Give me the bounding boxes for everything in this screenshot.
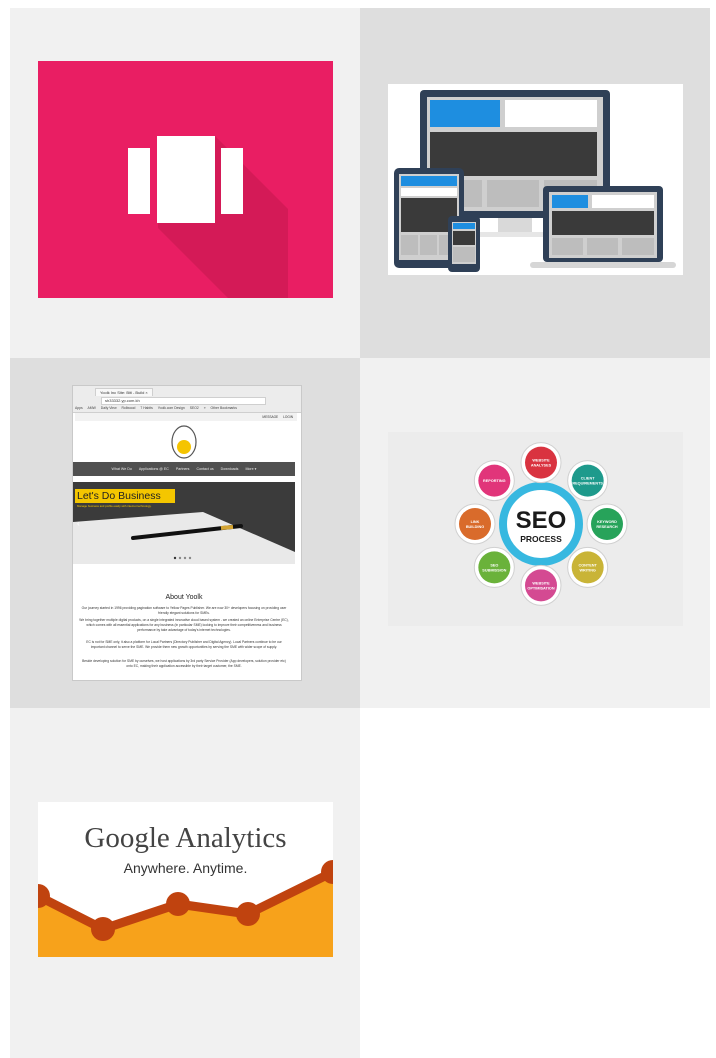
seo-process-image[interactable]: SEO PROCESS WEBSITE ANALYSES CLIENT REQUIRE… bbox=[388, 432, 683, 626]
seo-step-label: WEBSITE bbox=[532, 459, 550, 463]
seo-step-bubble: KEYWORDRESEARCH bbox=[586, 503, 628, 545]
website-screenshot-image[interactable]: Yoolk Inc Site: Biti - Build × sh33332.y… bbox=[73, 386, 301, 680]
seo-step-label: BUILDING bbox=[466, 525, 484, 529]
about-paragraph: Our journey started in 1996 providing pa… bbox=[81, 606, 287, 615]
seo-step-label: CONTENT bbox=[578, 563, 597, 567]
seo-center-subtitle: PROCESS bbox=[520, 534, 562, 544]
about-paragraph: We bring together multiple digital produ… bbox=[79, 618, 289, 632]
gallery-tile-website[interactable]: Yoolk Inc Site: Biti - Build × sh33332.y… bbox=[10, 358, 360, 708]
seo-step-label: REQUIREMENTS bbox=[572, 482, 603, 486]
carousel-center-card bbox=[157, 136, 215, 223]
hero-subtext: Manage business and profile easily with … bbox=[77, 504, 152, 508]
seo-step-label: SUBMISSION bbox=[482, 568, 506, 572]
egg-logo-icon bbox=[171, 425, 197, 459]
browser-url-bar: sh33332.yp.com.kh bbox=[101, 397, 266, 405]
google-analytics-image[interactable]: Google Analytics Anywhere. Anytime. bbox=[38, 802, 333, 957]
about-paragraph: EC is not for SME only, it also a platfo… bbox=[86, 640, 282, 649]
seo-step-bubble: WEBSITEOPTIMISATION bbox=[520, 564, 562, 606]
gallery-tile-seo[interactable]: SEO PROCESS WEBSITE ANALYSES CLIENT REQUIRE… bbox=[360, 358, 710, 708]
site-top-links: MESSAGE LOGIN bbox=[75, 413, 297, 421]
seo-step-label: WRITING bbox=[579, 568, 595, 572]
gallery-tile-analytics[interactable]: Google Analytics Anywhere. Anytime. bbox=[10, 708, 360, 1058]
gallery-tile-carousel[interactable] bbox=[10, 8, 360, 358]
seo-step-label: CLIENT bbox=[581, 477, 595, 481]
hero-heading: Let's Do Business bbox=[75, 489, 175, 503]
seo-step-label: ANALYSES bbox=[531, 464, 552, 468]
seo-step-bubble: CLIENTREQUIREMENTS bbox=[567, 460, 609, 502]
seo-step-label: REPORTING bbox=[483, 479, 506, 483]
site-nav: What We Do Applications @ EC Partners Co… bbox=[73, 462, 295, 476]
gallery-tile-responsive[interactable] bbox=[360, 8, 710, 358]
seo-step-bubble: SEOSUBMISSION bbox=[473, 546, 515, 588]
about-title: About Yoolk bbox=[165, 594, 203, 601]
seo-step-label: SEO bbox=[490, 563, 498, 567]
seo-step-label: KEYWORD bbox=[597, 520, 617, 524]
bookmarks-bar: Apps AMW Daily View Rollwood 7 Habits Yo… bbox=[75, 406, 237, 410]
analytics-trend-graphic bbox=[38, 860, 333, 957]
seo-step-label: OPTIMISATION bbox=[527, 586, 554, 590]
svg-text:‹: ‹ bbox=[77, 519, 80, 528]
seo-center-title: SEO bbox=[516, 507, 567, 534]
carousel-right-card bbox=[221, 148, 243, 214]
seo-step-bubble: LINKBUILDING bbox=[454, 503, 496, 545]
responsive-devices-image[interactable] bbox=[388, 84, 683, 275]
carousel-icon-image[interactable] bbox=[38, 61, 333, 298]
browser-chrome: Yoolk Inc Site: Biti - Build × sh33332.y… bbox=[73, 386, 301, 413]
carousel-left-card bbox=[128, 148, 150, 214]
site-hero-banner: ‹ Let's Do Business Manage business and … bbox=[73, 482, 295, 564]
seo-step-label: WEBSITE bbox=[532, 581, 550, 585]
seo-step-label: LINK bbox=[471, 520, 480, 524]
seo-step-bubble: CONTENTWRITING bbox=[567, 546, 609, 588]
seo-step-label: RESEARCH bbox=[596, 525, 618, 529]
browser-tab: Yoolk Inc Site: Biti - Build × bbox=[95, 388, 153, 396]
about-paragraph: Beside developing solution for SME by ou… bbox=[82, 659, 286, 668]
seo-step-bubble: REPORTING bbox=[473, 460, 515, 502]
seo-step-bubble: WEBSITEANALYSES bbox=[520, 442, 562, 484]
